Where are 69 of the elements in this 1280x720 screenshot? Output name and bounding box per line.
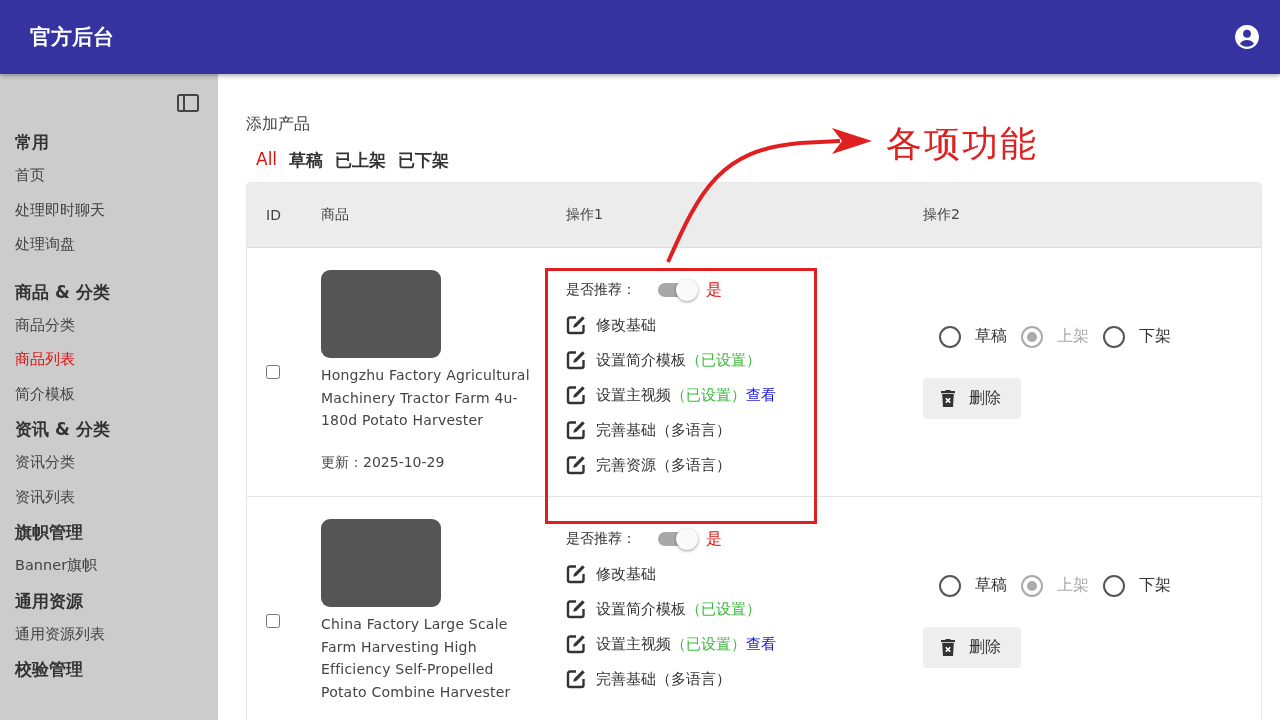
update-date: 更新：2025-10-29 (321, 453, 446, 472)
edit-icon[interactable] (566, 599, 586, 619)
edit-icon[interactable] (566, 420, 586, 440)
row-checkbox[interactable] (266, 614, 280, 628)
status-text: （已设置） (686, 599, 761, 619)
edit-icon[interactable] (566, 634, 586, 654)
delete-button[interactable]: 删除 (923, 377, 1021, 419)
delete-button[interactable]: 删除 (923, 626, 1021, 668)
row-checkbox[interactable] (266, 365, 280, 379)
recommend-value: 是 (706, 528, 722, 550)
action-link[interactable]: 修改基础 (596, 564, 656, 584)
edit-icon[interactable] (566, 350, 586, 370)
sidebar-heading: 资讯 & 分类 (15, 418, 111, 441)
filter-tab[interactable]: 草稿 (289, 149, 324, 172)
edit-icon[interactable] (566, 385, 586, 405)
column-header: 操作2 (923, 206, 961, 224)
status-text: （已设置） (671, 634, 746, 654)
filter-tab[interactable]: 已下架 (398, 149, 450, 172)
filter-tab[interactable]: All (256, 149, 278, 172)
sidebar-heading: 校验管理 (15, 658, 84, 681)
action-link[interactable]: 完善资源（多语言） (596, 455, 731, 475)
filter-tab[interactable]: 已上架 (335, 149, 387, 172)
recommend-label: 是否推荐： (566, 281, 637, 299)
column-header: 商品 (321, 206, 350, 224)
action-link[interactable]: 修改基础 (596, 315, 656, 335)
action-link[interactable]: 设置主视频 (596, 634, 671, 654)
status-radio[interactable]: 草稿 (939, 574, 1007, 597)
sidebar-heading: 通用资源 (15, 589, 84, 613)
edit-icon[interactable] (566, 669, 586, 689)
status-radio[interactable]: 下架 (1103, 574, 1171, 597)
annotation-label: 各项功能 (886, 122, 1038, 166)
sidebar-item[interactable]: 商品分类 (15, 307, 75, 342)
status-text: （已设置） (671, 385, 746, 405)
view-link[interactable]: 查看 (746, 634, 776, 654)
column-header: ID (265, 207, 282, 223)
sidebar-heading: 旗帜管理 (15, 521, 84, 544)
action-link[interactable]: 设置简介模板 (596, 350, 686, 370)
trash-icon (941, 389, 955, 407)
trash-icon (941, 638, 955, 656)
edit-icon[interactable] (566, 315, 586, 335)
column-header: 操作1 (566, 206, 604, 224)
add-product-link[interactable]: 添加产品 (246, 114, 310, 135)
status-text: （已设置） (686, 350, 761, 370)
sidebar-heading: 商品 & 分类 (15, 280, 111, 304)
account-icon[interactable] (1234, 24, 1260, 50)
sidebar-item[interactable]: 资讯分类 (15, 445, 75, 480)
sidebar-item[interactable]: 简介模板 (15, 376, 75, 411)
sidebar-item[interactable]: 处理询盘 (15, 227, 75, 262)
app-title: 官方后台 (30, 24, 114, 51)
sidebar-item[interactable]: Banner旗帜 (15, 548, 98, 583)
edit-icon[interactable] (566, 455, 586, 475)
view-link[interactable]: 查看 (746, 385, 776, 405)
sidebar-item[interactable]: 通用资源列表 (15, 616, 105, 651)
sidebar-item[interactable]: 处理即时聊天 (15, 192, 105, 227)
action-link[interactable]: 设置主视频 (596, 385, 671, 405)
status-radio[interactable]: 下架 (1103, 325, 1171, 348)
recommend-label: 是否推荐： (566, 530, 637, 548)
sidebar-item[interactable]: 资讯列表 (15, 479, 75, 514)
product-title: China Factory Large Scale Farm Harvesting High Efficiency Self-Propelled Potato Combine Harvester (321, 615, 512, 702)
sidebar-item[interactable]: 首页 (15, 158, 45, 193)
action-link[interactable]: 完善基础（多语言） (596, 669, 731, 689)
recommend-value: 是 (706, 279, 722, 301)
edit-icon[interactable] (566, 564, 586, 584)
sidebar-heading: 常用 (15, 131, 50, 154)
action-link[interactable]: 完善基础（多语言） (596, 420, 731, 440)
action-link[interactable]: 设置简介模板 (596, 599, 686, 619)
product-title: Hongzhu Factory Agricultural Machinery Tractor Farm 4u-180d Potato Harvester (321, 366, 531, 430)
sidebar-toggle-icon[interactable] (177, 94, 199, 112)
status-radio[interactable]: 草稿 (939, 325, 1007, 348)
